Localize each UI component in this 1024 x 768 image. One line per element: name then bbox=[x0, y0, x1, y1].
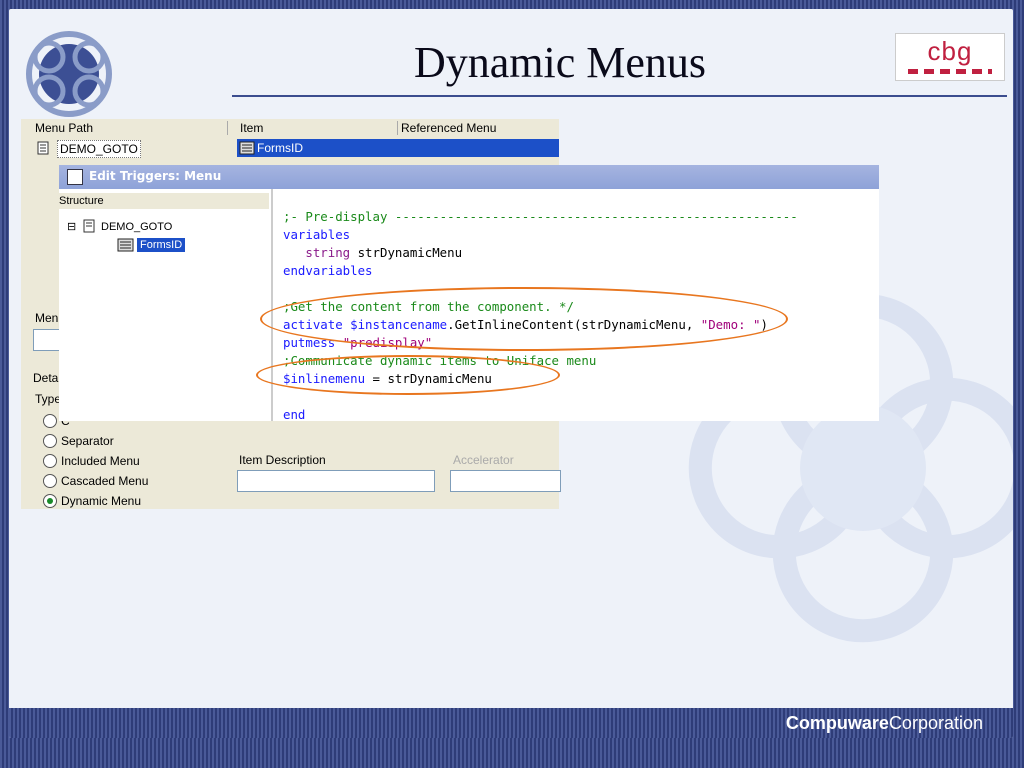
window-title: Edit Triggers: Menu bbox=[89, 169, 222, 183]
cbg-logo-text: cbg bbox=[927, 36, 973, 66]
radio-separator-label: Separator bbox=[61, 434, 114, 448]
cbg-logo: cbg bbox=[895, 33, 1005, 81]
highlight-oval-inlinemenu bbox=[256, 355, 560, 395]
item-description-input[interactable] bbox=[237, 470, 435, 492]
tree-item-demo-goto[interactable]: DEMO_GOTO bbox=[101, 220, 172, 234]
radio-dynamic-menu-label: Dynamic Menu bbox=[61, 494, 142, 508]
radio-c[interactable] bbox=[43, 414, 57, 428]
tree-item-formsid[interactable]: FormsID bbox=[137, 238, 186, 252]
col-separator bbox=[397, 121, 398, 135]
item-row-selected[interactable]: FormsID bbox=[237, 139, 559, 157]
code-line: endvariables bbox=[283, 263, 373, 278]
menu-path-row[interactable]: DEMO_GOTO bbox=[35, 139, 235, 158]
menu-item-icon bbox=[239, 141, 255, 155]
radio-included-menu-label: Included Menu bbox=[61, 454, 140, 468]
type-label: Type bbox=[35, 392, 62, 406]
code-line: ;- Pre-display -------------------------… bbox=[283, 209, 798, 224]
radio-cascaded-menu-label: Cascaded Menu bbox=[61, 474, 149, 488]
title-underline bbox=[232, 95, 1007, 97]
radio-dynamic-menu[interactable] bbox=[43, 494, 57, 508]
highlight-oval-activate bbox=[260, 287, 788, 351]
footer-rest: Corporation bbox=[888, 713, 983, 733]
footer-brand: CompuwareCorporation bbox=[786, 713, 983, 734]
accelerator-label: Accelerator bbox=[453, 453, 514, 467]
col-separator bbox=[227, 121, 228, 135]
document-icon bbox=[83, 219, 95, 233]
cbg-logo-dots bbox=[908, 69, 992, 74]
col-referenced-menu[interactable]: Referenced Menu bbox=[401, 119, 496, 137]
slide-title: Dynamic Menus bbox=[414, 38, 707, 87]
structure-header: Structure bbox=[59, 193, 269, 209]
code-line: string strDynamicMenu bbox=[283, 245, 463, 260]
item-description-label: Item Description bbox=[239, 453, 326, 467]
menu-path-value: DEMO_GOTO bbox=[57, 140, 141, 158]
code-line: variables bbox=[283, 227, 351, 242]
tree-collapse-icon[interactable]: ⊟ bbox=[67, 220, 76, 234]
radio-separator[interactable] bbox=[43, 434, 57, 448]
window-titlebar[interactable]: Edit Triggers: Menu bbox=[59, 165, 879, 189]
structure-pane: Structure ⊟ DEMO_GOTO FormsID bbox=[59, 189, 273, 421]
code-line: end bbox=[283, 407, 306, 422]
col-menu-path[interactable]: Menu Path bbox=[35, 119, 93, 137]
radio-cascaded-menu[interactable] bbox=[43, 474, 57, 488]
menu-item-icon bbox=[117, 238, 134, 252]
footer-bold: Compuware bbox=[785, 713, 889, 733]
item-value: FormsID bbox=[257, 141, 303, 155]
radio-included-menu[interactable] bbox=[43, 454, 57, 468]
window-icon bbox=[67, 169, 83, 185]
col-item[interactable]: Item bbox=[240, 119, 263, 137]
cpwr-logo bbox=[26, 31, 112, 117]
document-icon bbox=[37, 141, 49, 155]
slide: Dynamic Menus cbg Menu Path Item Referen… bbox=[9, 9, 1013, 738]
accelerator-input[interactable] bbox=[450, 470, 561, 492]
